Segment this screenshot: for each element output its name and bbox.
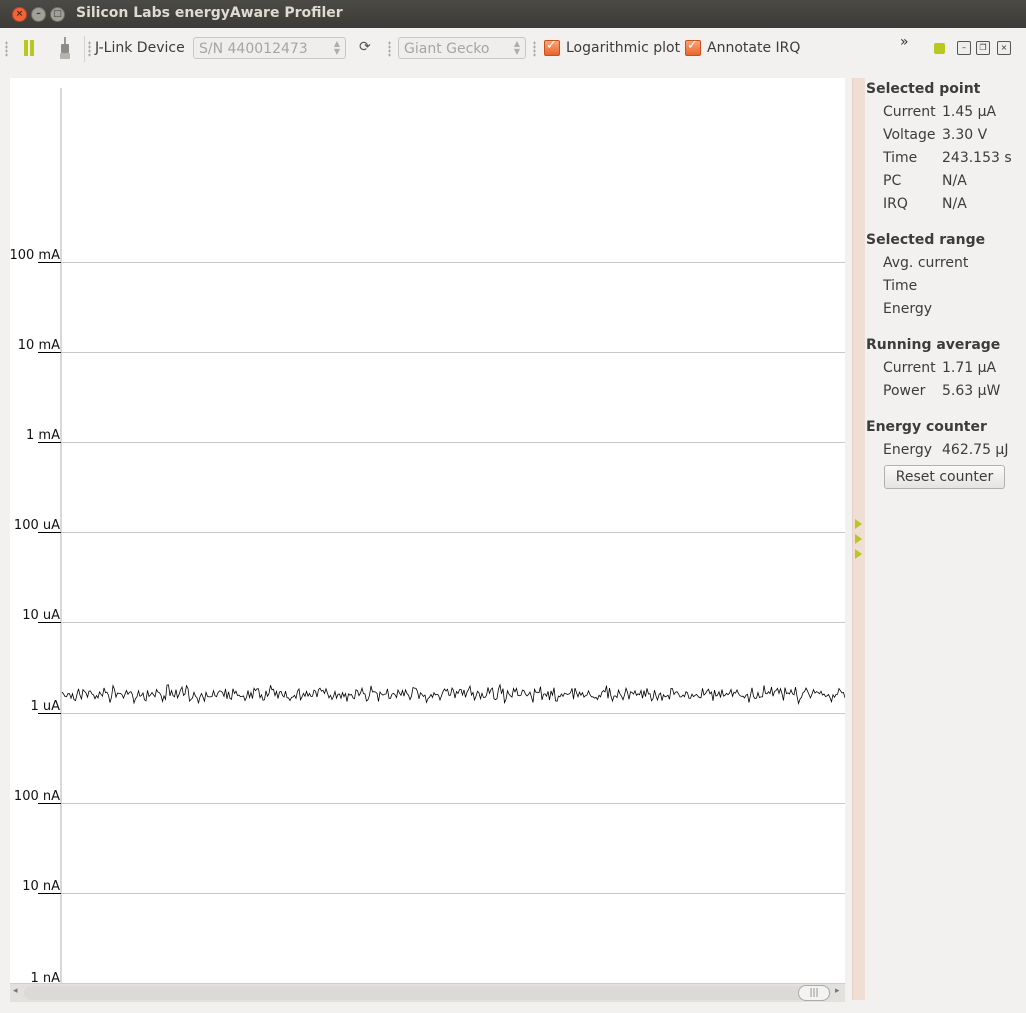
running-average-current-label: Current	[883, 360, 936, 376]
annotate-irq-label[interactable]: Annotate IRQ	[707, 40, 800, 56]
y-tick-label: 1 uA	[30, 698, 60, 714]
splitter-arrow-icon	[855, 519, 862, 529]
main-toolbar: J-Link Device S/N 440012473 ▲ ▼ ⟳ Giant G…	[0, 28, 1026, 70]
selected-point-pc-label: PC	[883, 173, 902, 189]
y-tick-label: 10 nA	[22, 878, 60, 894]
selected-point-time-label: Time	[883, 150, 918, 166]
selected-point-time-value: 243.153 s	[942, 150, 1012, 166]
selected-range-title: Selected range	[866, 232, 986, 248]
energy-counter-energy-value: 462.75 µJ	[942, 442, 1009, 458]
target-device-value: Giant Gecko	[404, 41, 490, 57]
selected-point-voltage-value: 3.30 V	[942, 127, 988, 143]
mdi-close-button[interactable]: ×	[997, 41, 1011, 55]
running-average-current-value: 1.71 µA	[942, 360, 997, 376]
plot-canvas[interactable]	[10, 78, 845, 983]
energy-counter-title: Energy counter	[866, 419, 987, 435]
scroll-right-icon[interactable]: ▸	[835, 986, 840, 996]
minimize-window-button[interactable]: –	[31, 7, 46, 22]
refresh-icon[interactable]: ⟳	[359, 39, 371, 55]
scroll-left-icon[interactable]: ◂	[13, 986, 18, 996]
selected-range-time-label: Time	[883, 278, 918, 294]
probe-icon[interactable]	[58, 36, 72, 60]
splitter-arrow-icon	[855, 549, 862, 559]
scrollbar-trough[interactable]	[24, 986, 831, 1000]
toolbar-grip[interactable]	[388, 41, 391, 57]
selected-point-current-value: 1.45 µA	[942, 104, 997, 120]
dock-icon[interactable]	[934, 43, 945, 54]
logarithmic-plot-label[interactable]: Logarithmic plot	[566, 40, 680, 56]
toolbar-grip[interactable]	[5, 41, 8, 57]
close-window-button[interactable]: ×	[12, 7, 27, 22]
serial-number-select[interactable]: S/N 440012473 ▲ ▼	[193, 37, 346, 59]
mdi-minimize-button[interactable]: –	[957, 41, 971, 55]
selected-point-pc-value: N/A	[942, 173, 967, 189]
pause-icon[interactable]	[22, 40, 36, 56]
y-tick-label: 100 mA	[9, 247, 60, 263]
y-tick-label: 10 mA	[17, 337, 60, 353]
y-tick-label: 10 uA	[22, 607, 60, 623]
selected-range-avg-current-label: Avg. current	[883, 255, 969, 271]
selected-point-current-label: Current	[883, 104, 936, 120]
scrollbar-thumb[interactable]: |||	[798, 985, 830, 1001]
window-title: Silicon Labs energyAware Profiler	[76, 5, 343, 21]
selected-range-energy-label: Energy	[883, 301, 933, 317]
selected-point-title: Selected point	[866, 81, 981, 97]
splitter-arrow-icon	[855, 534, 862, 544]
logarithmic-plot-checkbox[interactable]	[544, 38, 560, 56]
y-tick-label: 1 mA	[26, 427, 60, 443]
splitter-handle[interactable]	[852, 78, 865, 1000]
current-plot[interactable]: 100 mA 10 mA 1 mA 100 uA 10 uA 1 uA 100 nA 10 n…	[9, 78, 845, 986]
reset-counter-button[interactable]: Reset counter	[884, 465, 1005, 489]
target-device-select[interactable]: Giant Gecko ▲ ▼	[398, 37, 526, 59]
y-tick-label: 100 nA	[13, 788, 60, 804]
plot-horizontal-scrollbar[interactable]: ◂ ||| ▸	[10, 983, 845, 1002]
selected-point-irq-label: IRQ	[883, 196, 908, 212]
running-average-power-value: 5.63 µW	[942, 383, 1001, 399]
mdi-restore-button[interactable]: ❐	[976, 41, 990, 55]
jlink-device-label: J-Link Device	[95, 40, 185, 56]
energy-counter-energy-label: Energy	[883, 442, 933, 458]
y-tick-label: 100 uA	[13, 517, 60, 533]
chevron-updown-icon: ▲ ▼	[333, 39, 340, 56]
running-average-power-label: Power	[883, 383, 926, 399]
current-trace-line	[61, 683, 845, 706]
toolbar-grip[interactable]	[88, 41, 91, 57]
annotate-irq-checkbox[interactable]	[685, 38, 701, 56]
running-average-title: Running average	[866, 337, 1001, 353]
toolbar-overflow-icon[interactable]: »	[900, 34, 909, 50]
maximize-window-button[interactable]: □	[50, 7, 65, 22]
serial-number-value: S/N 440012473	[199, 41, 308, 57]
toolbar-separator	[84, 36, 85, 62]
chevron-updown-icon: ▲ ▼	[513, 39, 520, 56]
selected-point-voltage-label: Voltage	[883, 127, 936, 143]
toolbar-grip[interactable]	[533, 41, 536, 57]
window-titlebar[interactable]: × – □ Silicon Labs energyAware Profiler	[0, 0, 1026, 28]
selected-point-irq-value: N/A	[942, 196, 967, 212]
